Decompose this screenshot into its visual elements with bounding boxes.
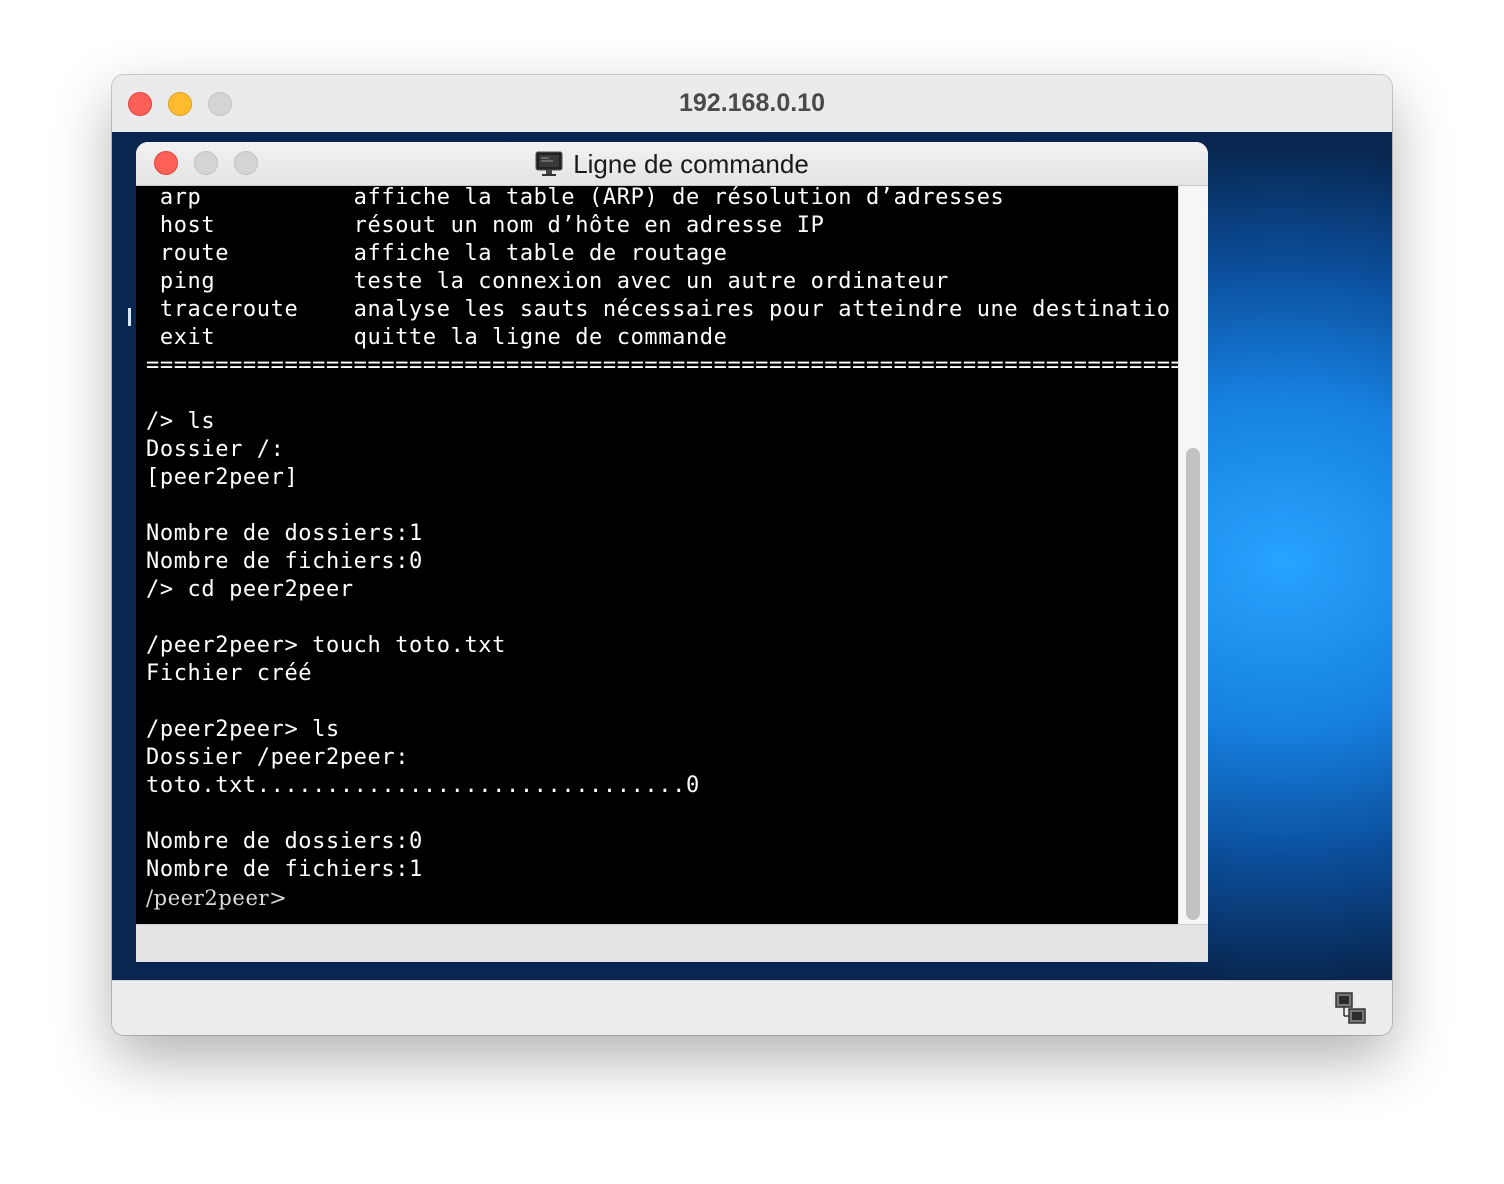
terminal-line: route affiche la table de routage [146, 241, 728, 266]
terminal-line: ping teste la connexion avec un autre or… [146, 269, 950, 294]
monitor-icon [535, 151, 563, 176]
inner-title-bar[interactable]: Ligne de commande [136, 142, 1208, 186]
terminal-line: [peer2peer] [146, 465, 299, 490]
terminal-line: Nombre de fichiers:0 [146, 549, 423, 574]
terminal-line: toto.txt...............................0 [146, 773, 700, 798]
terminal-output[interactable]: arp affiche la table (ARP) de résolution… [136, 186, 1178, 924]
terminal-line: /> ls [146, 409, 216, 434]
terminal-line: ========================================… [146, 353, 1178, 378]
outer-title-bar[interactable]: 192.168.0.10 [112, 75, 1392, 133]
inner-window-title-group: Ligne de commande [136, 149, 1208, 180]
terminal-line: exit quitte la ligne de commande [146, 325, 728, 350]
terminal-line: Fichier créé [146, 661, 313, 686]
desktop-text-cursor [128, 308, 131, 326]
inner-bottom-bar [136, 924, 1208, 962]
terminal-line: Nombre de fichiers:1 [146, 857, 423, 882]
terminal-line: /> cd peer2peer [146, 577, 354, 602]
outer-status-bar [112, 980, 1392, 1035]
terminal-line: /peer2peer> ls [146, 717, 340, 742]
scrollbar-thumb[interactable] [1186, 448, 1200, 920]
command-line-window: Ligne de commande arp affiche la table (… [136, 142, 1208, 962]
remote-desktop-window: 192.168.0.10 Ligne de commande arp affic… [112, 75, 1392, 1035]
terminal-scrollbar[interactable] [1178, 186, 1208, 924]
terminal-line: host résout un nom d’hôte en adresse IP [146, 213, 825, 238]
terminal-line: traceroute analyse les sauts nécessaires… [146, 297, 1171, 322]
remote-desktop[interactable]: Ligne de commande arp affiche la table (… [112, 132, 1392, 980]
terminal-line: Dossier /peer2peer: [146, 745, 410, 770]
inner-window-title: Ligne de commande [573, 149, 809, 179]
network-icon[interactable] [1334, 991, 1368, 1027]
terminal-line: Dossier /: [146, 437, 285, 462]
outer-window-title: 192.168.0.10 [679, 89, 825, 117]
terminal-line: Nombre de dossiers:0 [146, 829, 423, 854]
terminal-lines: arp affiche la table (ARP) de résolution… [136, 186, 1178, 912]
terminal-line: arp affiche la table (ARP) de résolution… [146, 186, 1005, 210]
terminal-prompt[interactable]: /peer2peer> [146, 884, 1178, 912]
terminal-line: Nombre de dossiers:1 [146, 521, 423, 546]
terminal-line: /peer2peer> touch toto.txt [146, 633, 506, 658]
